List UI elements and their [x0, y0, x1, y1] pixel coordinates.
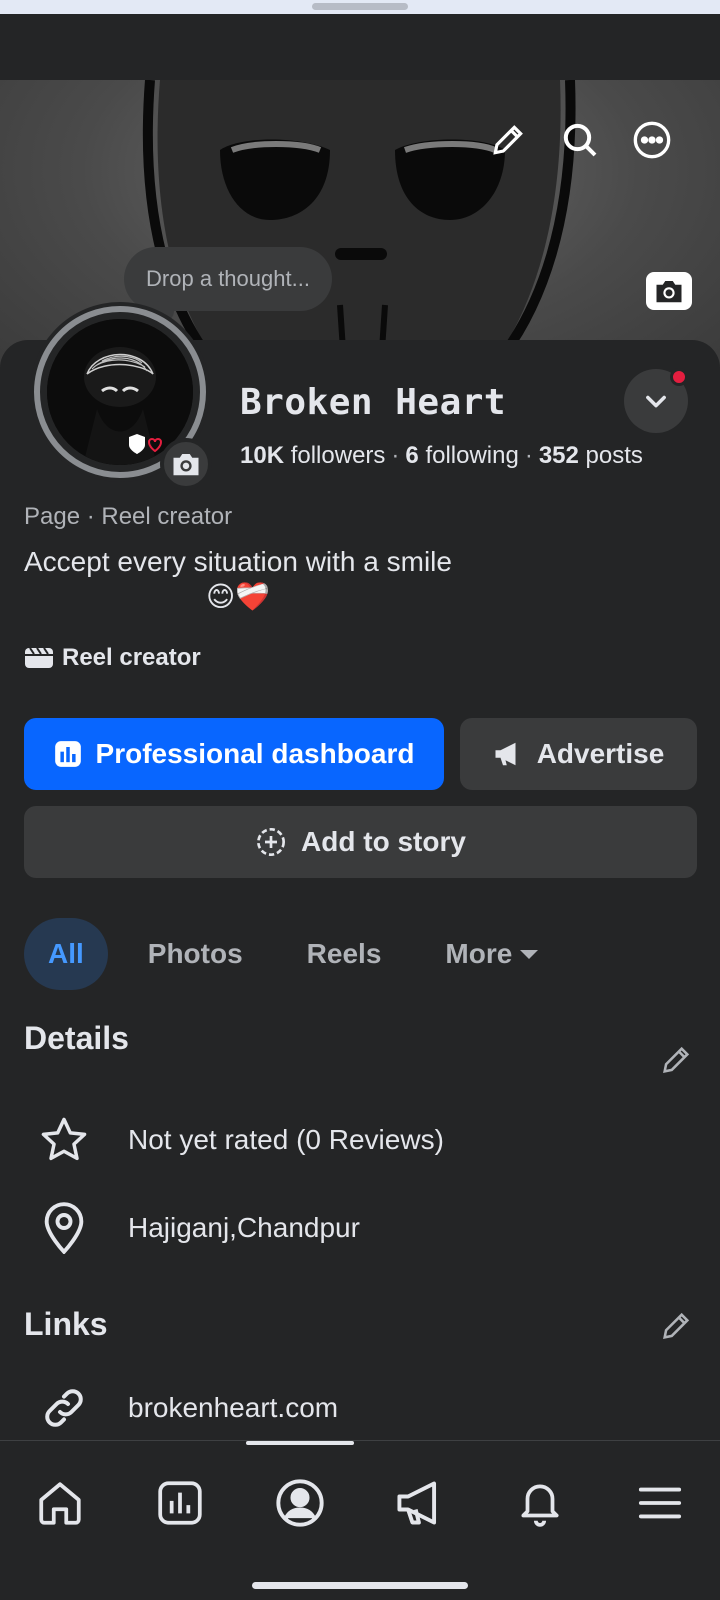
location-row[interactable]: Hajiganj,Chandpur: [24, 1188, 704, 1268]
website-row[interactable]: brokenheart.com: [24, 1368, 704, 1448]
following-stat[interactable]: 6 following: [405, 442, 518, 469]
active-tab-indicator: [246, 1441, 354, 1445]
bio-emoji: 😊❤️‍🩹: [206, 581, 271, 612]
dashboard-icon: [54, 741, 81, 767]
drag-handle: [312, 3, 408, 10]
reel-creator-label: Reel creator: [62, 644, 201, 671]
advertise-label: Advertise: [536, 738, 665, 769]
search-icon[interactable]: [558, 118, 602, 162]
edit-links-pencil-icon[interactable]: [656, 1306, 696, 1346]
add-story-icon: [257, 828, 286, 856]
clapperboard-icon: [25, 647, 53, 668]
location-text: Hajiganj,Chandpur: [128, 1212, 360, 1243]
details-title: Details: [24, 1020, 129, 1056]
status-bar: [0, 14, 720, 80]
profile-stats: 10K followers · 6 following · 352 posts: [240, 442, 643, 469]
thought-placeholder: Drop a thought...: [146, 266, 310, 291]
system-top-strip: [0, 0, 720, 14]
home-icon[interactable]: [22, 1465, 98, 1541]
avatar-camera-icon[interactable]: [160, 438, 212, 490]
advertise-button[interactable]: Advertise: [460, 718, 697, 790]
tab-all[interactable]: All: [24, 918, 108, 990]
chevron-down-icon: [646, 395, 666, 408]
page-name: Broken Heart: [240, 382, 507, 423]
bottom-navigation: [0, 1440, 720, 1600]
bio-text: Accept every situation with a smile: [24, 546, 452, 577]
rating-row[interactable]: Not yet rated (0 Reviews): [24, 1100, 704, 1180]
reel-creator-badge: Reel creator: [24, 644, 201, 672]
professional-dashboard-button[interactable]: Professional dashboard: [24, 718, 444, 790]
add-to-story-label: Add to story: [301, 826, 466, 857]
megaphone-icon: [495, 742, 516, 766]
dashboard-nav-icon[interactable]: [142, 1465, 218, 1541]
profile-icon[interactable]: [262, 1465, 338, 1541]
website-link[interactable]: brokenheart.com: [128, 1392, 338, 1424]
megaphone-nav-icon[interactable]: [382, 1465, 458, 1541]
profile-tabs: All Photos Reels More: [24, 918, 578, 990]
links-title: Links: [24, 1306, 108, 1342]
add-to-story-button[interactable]: Add to story: [24, 806, 697, 878]
edit-pencil-icon[interactable]: [486, 118, 530, 162]
location-pin-icon: [24, 1188, 104, 1268]
system-home-indicator: [252, 1582, 468, 1589]
followers-stat[interactable]: 10K followers: [240, 442, 385, 469]
bell-icon[interactable]: [502, 1465, 578, 1541]
cover-camera-icon[interactable]: [646, 272, 692, 310]
edit-details-pencil-icon[interactable]: [656, 1040, 696, 1080]
caret-down-icon: [520, 949, 539, 959]
tab-photos[interactable]: Photos: [124, 918, 267, 990]
menu-icon[interactable]: [622, 1465, 698, 1541]
link-icon: [24, 1368, 104, 1448]
dashboard-label: Professional dashboard: [95, 738, 415, 769]
notification-dot: [670, 368, 688, 386]
more-options-icon[interactable]: [630, 118, 674, 162]
page-category: Page · Reel creator: [24, 503, 233, 530]
posts-stat[interactable]: 352 posts: [539, 442, 643, 469]
star-icon: [24, 1100, 104, 1180]
rating-text: Not yet rated (0 Reviews): [128, 1124, 444, 1155]
tab-more[interactable]: More: [421, 918, 562, 990]
tab-reels[interactable]: Reels: [283, 918, 406, 990]
